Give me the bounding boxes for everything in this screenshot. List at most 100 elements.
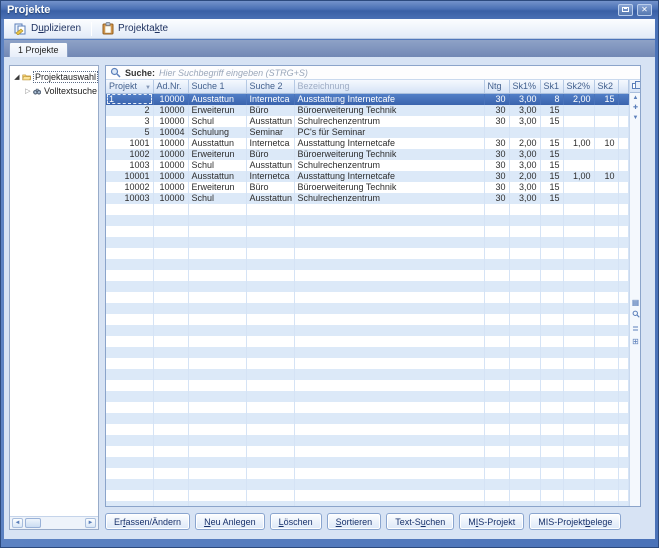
table-row[interactable]: 310000SchulAusstattunSchulrechenzentrum3… [106, 116, 629, 127]
table-row[interactable]: 100110000AusstattunInternetcaAusstattung… [106, 138, 629, 149]
duplizieren-button[interactable]: Duplizieren [8, 22, 87, 36]
grid-cell[interactable]: 10000 [153, 182, 188, 193]
grid-cell[interactable]: 3,00 [509, 149, 540, 160]
table-row[interactable]: 100210000ErweiterunBüroBüroerweiterung T… [106, 149, 629, 160]
column-header-sk2[interactable]: Sk2 [594, 80, 618, 93]
grid-cell[interactable]: Ausstattung Internetcafe [294, 138, 484, 149]
grid-cell[interactable]: 3 [106, 116, 153, 127]
grid-cell[interactable]: Ausstattun [246, 160, 294, 171]
grid-cell[interactable]: 30 [484, 171, 509, 182]
grid-cell[interactable]: 1,00 [563, 171, 594, 182]
grid-cell[interactable]: 10000 [153, 193, 188, 204]
grid-cell[interactable] [594, 127, 618, 138]
grid-cell[interactable]: Erweiterun [188, 149, 246, 160]
grid-cell[interactable]: 30 [484, 105, 509, 116]
grid-cell[interactable]: 30 [484, 160, 509, 171]
grid-cell[interactable]: Seminar [246, 127, 294, 138]
grid-cell[interactable]: Ausstattun [246, 193, 294, 204]
grid-cell[interactable]: 3,00 [509, 116, 540, 127]
grid-cell[interactable]: 10001 [106, 171, 153, 182]
grid-cell[interactable]: Schul [188, 193, 246, 204]
grid-cell[interactable] [563, 105, 594, 116]
grid-cell[interactable]: 30 [484, 149, 509, 160]
grid-cell[interactable] [594, 160, 618, 171]
grid-cell[interactable]: 15 [540, 182, 563, 193]
grid-cell[interactable]: 3,00 [509, 193, 540, 204]
grid-cell[interactable]: Büro [246, 182, 294, 193]
grid-cell[interactable]: 10 [594, 138, 618, 149]
grid-cell[interactable]: 15 [540, 149, 563, 160]
restore-window-button[interactable] [618, 4, 633, 16]
grid-cell[interactable] [563, 127, 594, 138]
close-window-button[interactable]: ✕ [637, 4, 652, 16]
column-header-suche-2[interactable]: Suche 2 [246, 80, 294, 93]
grid-cell[interactable] [540, 127, 563, 138]
grid-cell[interactable]: Ausstattun [188, 93, 246, 105]
grid-cell[interactable]: Ausstattun [188, 171, 246, 182]
grid-cell[interactable]: Schul [188, 160, 246, 171]
scroll-to-bottom-button[interactable]: ▼ [630, 113, 641, 123]
grid-cell[interactable]: 1001 [106, 138, 153, 149]
grid-cell[interactable] [563, 116, 594, 127]
tab-projekte[interactable]: 1 Projekte [9, 42, 68, 57]
grid-cell[interactable]: Ausstattun [188, 138, 246, 149]
table-row[interactable]: 210000ErweiterunBüroBüroerweiterung Tech… [106, 105, 629, 116]
grid-cell[interactable] [563, 160, 594, 171]
grid-cell[interactable] [484, 127, 509, 138]
column-header-suche-1[interactable]: Suche 1 [188, 80, 246, 93]
scroll-right-button[interactable]: ► [85, 518, 96, 528]
table-row[interactable]: 1000210000ErweiterunBüroBüroerweiterung … [106, 182, 629, 193]
grid-cell[interactable]: 10002 [106, 182, 153, 193]
table-row[interactable]: 1000310000SchulAusstattunSchulrechenzent… [106, 193, 629, 204]
sortieren-button[interactable]: Sortieren [327, 513, 382, 530]
column-header-sk1-[interactable]: Sk1% [509, 80, 540, 93]
grid-cell[interactable]: Internetca [246, 93, 294, 105]
grid-cell[interactable]: Schulrechenzentrum [294, 160, 484, 171]
grid-cell[interactable]: Internetca [246, 138, 294, 149]
loeschen-button[interactable]: Löschen [270, 513, 322, 530]
grid-cell[interactable]: 10 [594, 171, 618, 182]
grid-cell[interactable]: Schulrechenzentrum [294, 193, 484, 204]
grid-cell[interactable]: Büroerweiterung Technik [294, 182, 484, 193]
grid-cell[interactable] [594, 149, 618, 160]
grid-cell[interactable]: 2 [106, 105, 153, 116]
grid-cell[interactable]: 10000 [153, 160, 188, 171]
grid-cell[interactable]: Büroerweiterung Technik [294, 105, 484, 116]
grid-cell[interactable] [563, 149, 594, 160]
grid-cell[interactable]: 1 [106, 93, 153, 105]
column-header-projekt[interactable]: Projekt▼ [106, 80, 153, 93]
grid-cell[interactable]: 1003 [106, 160, 153, 171]
grid-cell[interactable]: 15 [540, 105, 563, 116]
grid-cell[interactable]: PC's für Seminar [294, 127, 484, 138]
column-header-sk1[interactable]: Sk1 [540, 80, 563, 93]
grid-cell[interactable]: 1002 [106, 149, 153, 160]
scroll-thumb[interactable] [25, 518, 41, 528]
grid-cell[interactable]: 3,00 [509, 93, 540, 105]
grid-cell[interactable]: 15 [594, 93, 618, 105]
column-header-ntg[interactable]: Ntg [484, 80, 509, 93]
grid-cell[interactable]: 30 [484, 116, 509, 127]
tree-item-projektauswahl[interactable]: ◢ Projektauswahl [10, 70, 98, 84]
grid-cell[interactable]: 1,00 [563, 138, 594, 149]
grid-cell[interactable] [594, 182, 618, 193]
scroll-to-top-button[interactable]: ▲ [630, 93, 641, 103]
table-row[interactable]: 110000AusstattunInternetcaAusstattung In… [106, 93, 629, 105]
grid-cell[interactable]: 15 [540, 193, 563, 204]
grid-cell[interactable]: Ausstattung Internetcafe [294, 171, 484, 182]
grid-cell[interactable]: 3,00 [509, 182, 540, 193]
grid-cell[interactable]: 30 [484, 182, 509, 193]
mis-projektbelege-button[interactable]: MIS-Projektbelege [529, 513, 621, 530]
erfassen-aendern-button[interactable]: Erfassen/Ändern [105, 513, 190, 530]
grid-cell[interactable] [594, 193, 618, 204]
grid-cell[interactable]: 15 [540, 116, 563, 127]
grid-cell[interactable] [594, 116, 618, 127]
grid-cell[interactable]: 30 [484, 193, 509, 204]
grid-cell[interactable]: 10000 [153, 105, 188, 116]
grid-cell[interactable]: 10000 [153, 138, 188, 149]
grid-cell[interactable]: 10000 [153, 171, 188, 182]
grid-cell[interactable]: Erweiterun [188, 182, 246, 193]
list-view-icon[interactable]: ≣ [630, 322, 641, 335]
grid-cell[interactable]: 15 [540, 171, 563, 182]
table-row[interactable]: 100310000SchulAusstattunSchulrechenzentr… [106, 160, 629, 171]
add-view-icon[interactable]: ⊞ [630, 335, 641, 348]
